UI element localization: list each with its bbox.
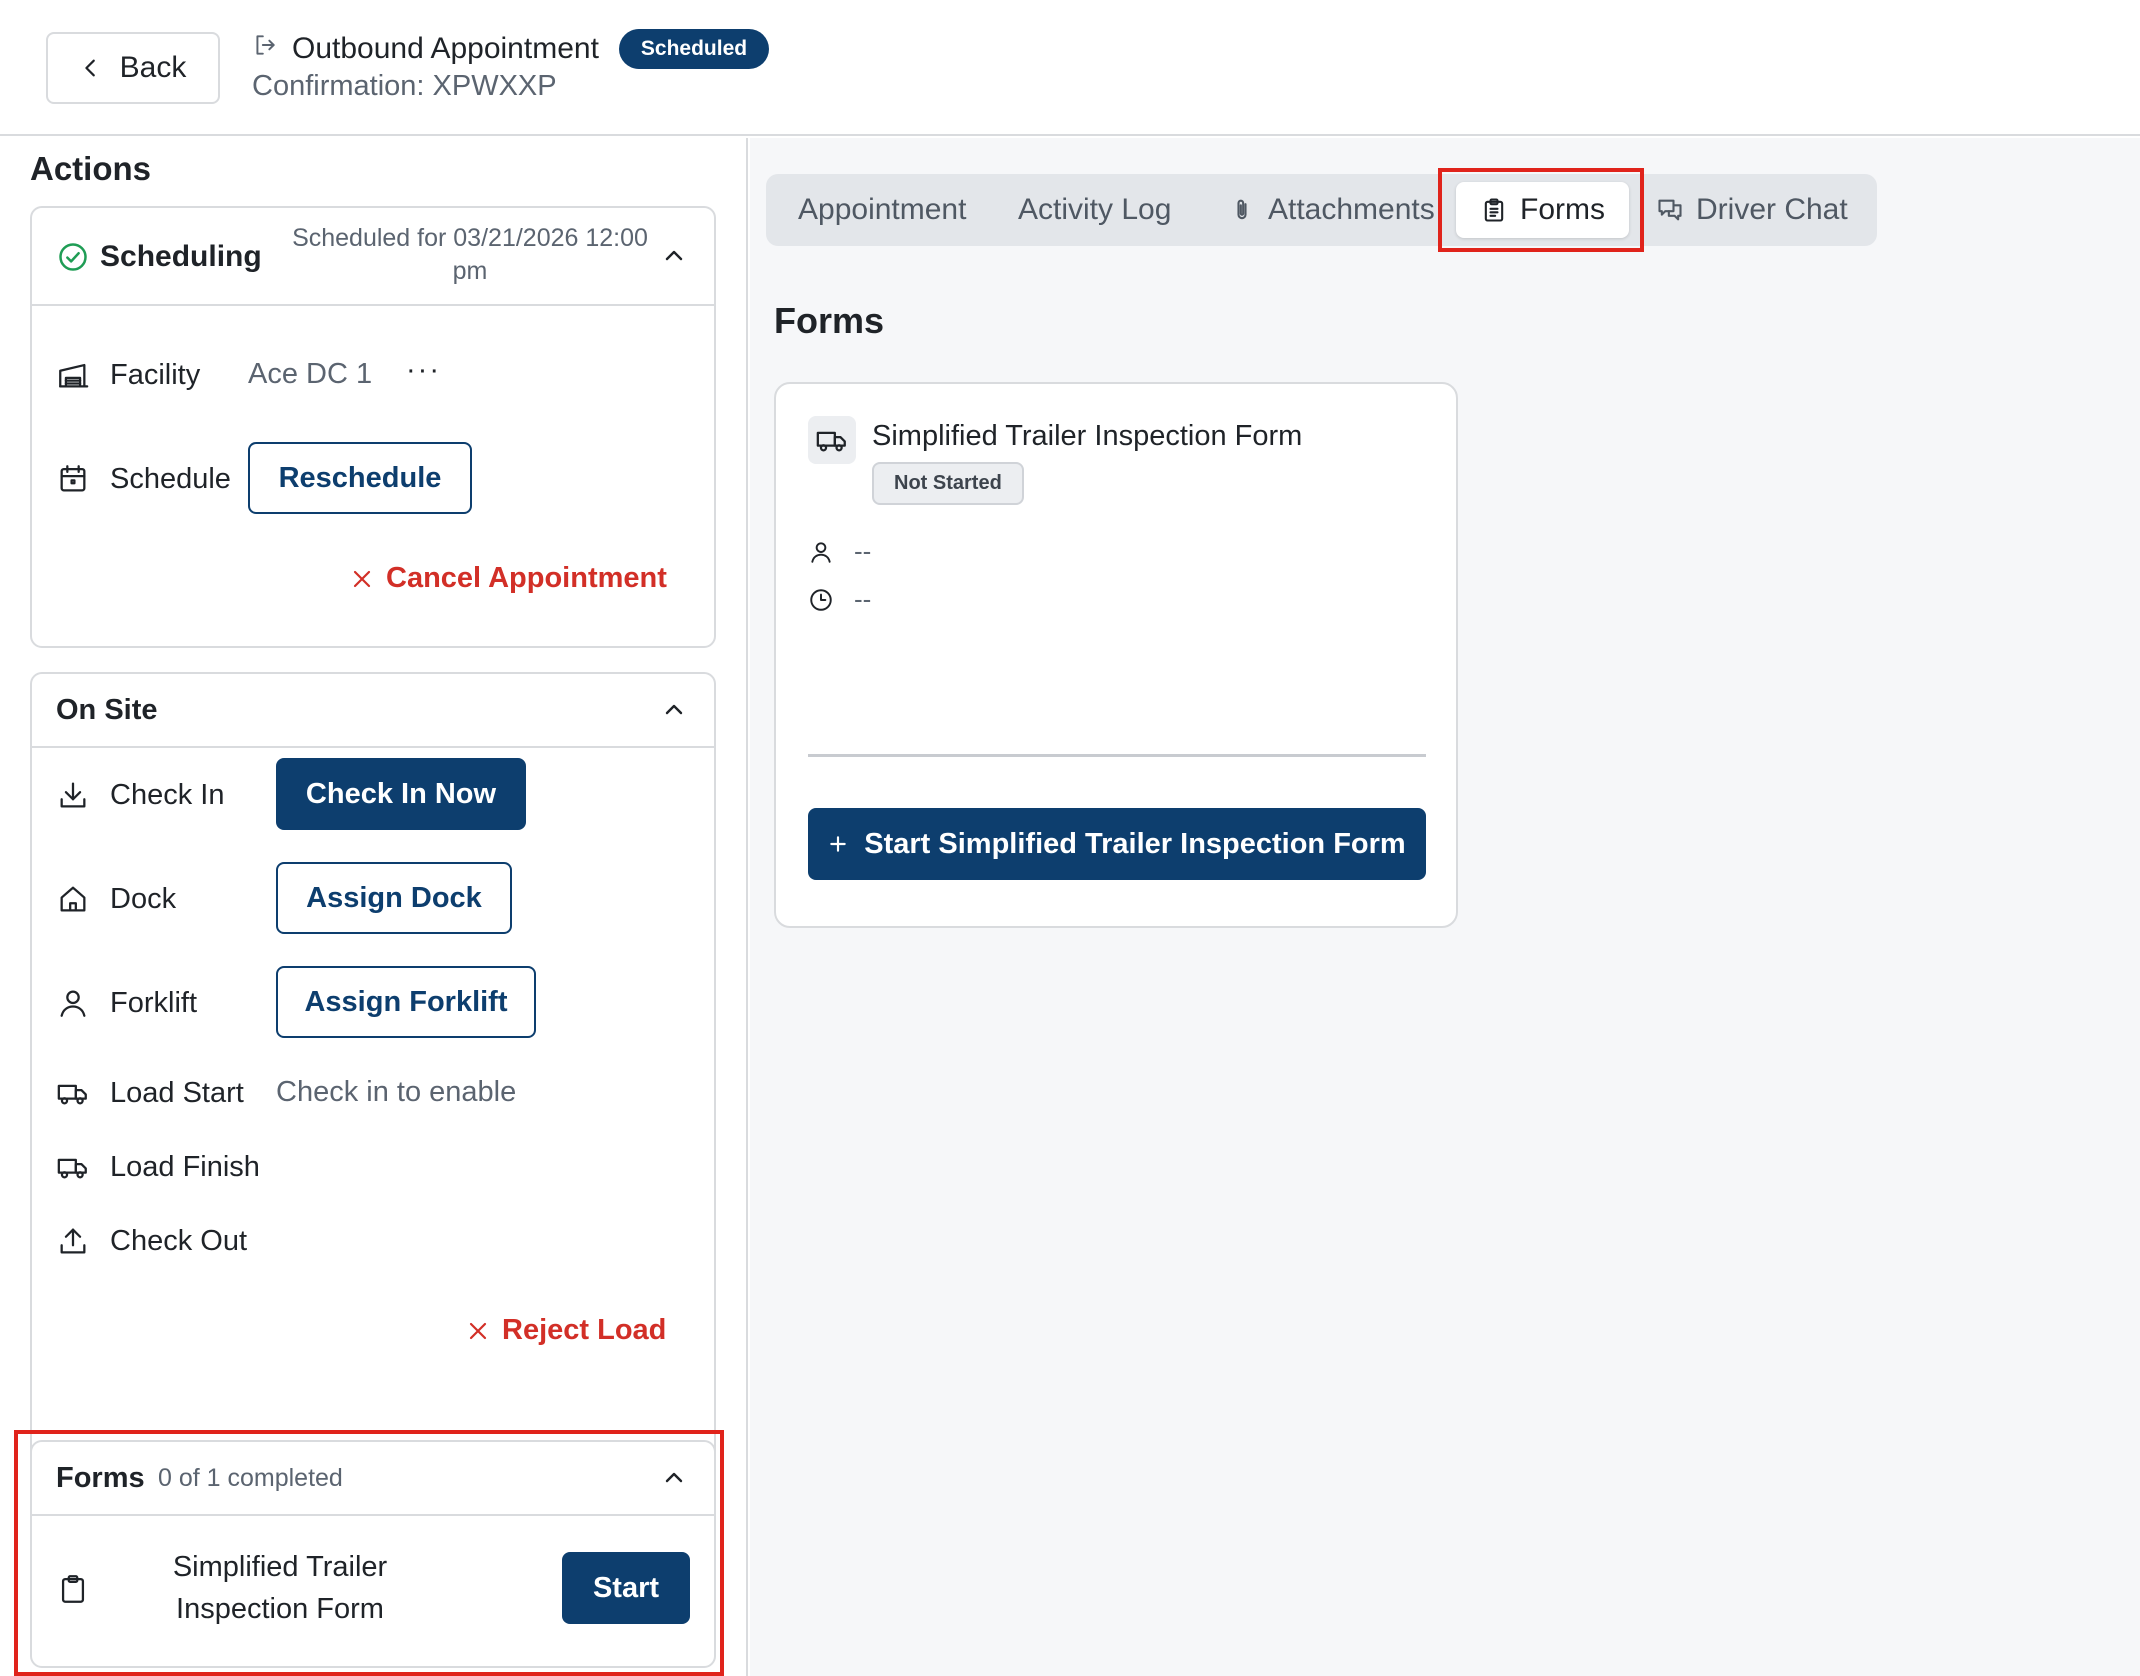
chevron-left-icon xyxy=(84,59,95,77)
tab-driver-chat-label: Driver Chat xyxy=(1696,193,1848,226)
warehouse-icon xyxy=(59,363,89,388)
dock-label: Dock xyxy=(110,882,177,915)
page-title-row: Outbound Appointment Scheduled xyxy=(252,26,770,72)
upload-icon xyxy=(60,1228,86,1254)
start-form-button[interactable]: Start xyxy=(562,1552,690,1624)
form-time: -- xyxy=(808,584,871,615)
truck-icon xyxy=(57,1158,87,1179)
user-icon xyxy=(60,990,86,1017)
actions-panel: Actions Scheduling Scheduled for 03/21/2… xyxy=(0,138,748,1676)
form-card: Simplified Trailer Inspection Form Not S… xyxy=(774,382,1458,928)
load-finish-label: Load Finish xyxy=(110,1150,260,1183)
actions-title: Actions xyxy=(30,150,152,187)
onsite-title: On Site xyxy=(56,694,158,726)
onsite-card-header[interactable]: On Site xyxy=(32,674,714,748)
facility-label: Facility xyxy=(110,358,201,391)
cancel-appointment-label: Cancel Appointment xyxy=(386,562,667,594)
truck-icon xyxy=(808,416,856,464)
reject-load-link[interactable]: Reject Load xyxy=(466,1314,666,1347)
check-in-now-button[interactable]: Check In Now xyxy=(276,758,526,830)
scheduling-title: Scheduling xyxy=(100,240,262,273)
user-icon xyxy=(811,541,831,563)
back-button[interactable]: Back xyxy=(46,32,220,104)
start-inspection-form-button[interactable]: Start Simplified Trailer Inspection Form xyxy=(808,808,1426,880)
more-options-icon[interactable]: ··· xyxy=(406,354,441,387)
form-assignee-value: -- xyxy=(854,536,872,566)
tab-forms-label: Forms xyxy=(1520,193,1605,226)
tab-bar: Appointment Activity Log Attachments For… xyxy=(766,174,1877,246)
close-icon xyxy=(353,570,371,587)
forms-card-title: Forms xyxy=(56,1462,145,1494)
truck-icon xyxy=(57,1084,87,1105)
assign-dock-button[interactable]: Assign Dock xyxy=(276,862,512,934)
facility-row: Facility xyxy=(56,358,200,392)
scheduled-for-text: Scheduled for 03/21/2026 12:00 pm xyxy=(292,224,648,285)
assign-forklift-button[interactable]: Assign Forklift xyxy=(276,966,536,1038)
chevron-up-icon[interactable] xyxy=(662,244,686,268)
tab-attachments-label: Attachments xyxy=(1268,193,1435,226)
plus-icon xyxy=(830,836,847,852)
back-button-label: Back xyxy=(119,51,187,84)
forms-section-title: Forms xyxy=(774,300,885,341)
dock-row: Dock xyxy=(56,882,176,916)
clipboard-icon xyxy=(1484,198,1504,222)
reschedule-button[interactable]: Reschedule xyxy=(248,442,472,514)
tab-attachments[interactable]: Attachments xyxy=(1228,174,1435,246)
confirmation-number: Confirmation: XPWXXP xyxy=(252,70,557,102)
schedule-row: Schedule xyxy=(56,462,231,496)
forklift-row: Forklift xyxy=(56,986,197,1020)
check-circle-icon xyxy=(59,243,87,271)
scheduling-card: Scheduling Scheduled for 03/21/2026 12:0… xyxy=(30,206,716,648)
schedule-label: Schedule xyxy=(110,462,231,495)
tab-activity-log[interactable]: Activity Log xyxy=(1018,174,1171,246)
cancel-appointment-link[interactable]: Cancel Appointment xyxy=(350,562,667,595)
facility-value: Ace DC 1 xyxy=(248,358,373,390)
tab-appointment-label: Appointment xyxy=(798,193,967,226)
forms-card-header[interactable]: Forms 0 of 1 completed xyxy=(32,1442,714,1516)
status-badge: Scheduled xyxy=(618,29,770,69)
page-title: Outbound Appointment xyxy=(292,32,599,65)
form-item-name: Simplified Trailer Inspection Form xyxy=(172,1551,388,1625)
reject-load-label: Reject Load xyxy=(502,1314,667,1346)
chevron-up-icon[interactable] xyxy=(662,698,686,722)
tab-appointment[interactable]: Appointment xyxy=(798,174,966,246)
outbound-icon xyxy=(252,32,278,66)
chat-icon xyxy=(1658,199,1682,221)
check-out-row: Check Out xyxy=(56,1224,247,1258)
home-icon xyxy=(60,886,86,912)
calendar-icon xyxy=(60,465,86,492)
load-finish-row: Load Finish xyxy=(56,1150,260,1184)
check-in-label: Check In xyxy=(110,778,225,811)
check-out-label: Check Out xyxy=(110,1224,247,1257)
onsite-card: On Site Check In Check In Now Dock Assig… xyxy=(30,672,716,1558)
forklift-label: Forklift xyxy=(110,986,197,1019)
check-in-row: Check In xyxy=(56,778,224,812)
scheduling-card-header[interactable]: Scheduling Scheduled for 03/21/2026 12:0… xyxy=(32,208,714,306)
load-start-label: Load Start xyxy=(110,1076,244,1109)
tab-activity-log-label: Activity Log xyxy=(1018,193,1172,226)
forms-card: Forms 0 of 1 completed Simplified Traile… xyxy=(30,1440,716,1668)
close-icon xyxy=(469,1322,487,1339)
forms-progress: 0 of 1 completed xyxy=(158,1464,343,1492)
chevron-up-icon[interactable] xyxy=(662,1466,686,1490)
form-card-title: Simplified Trailer Inspection Form xyxy=(872,420,1303,452)
detail-panel: Appointment Activity Log Attachments For… xyxy=(750,138,2140,1676)
form-time-value: -- xyxy=(854,584,872,614)
page-header: Back Outbound Appointment Scheduled Conf… xyxy=(0,0,2140,136)
download-icon xyxy=(60,782,86,808)
tab-forms[interactable]: Forms xyxy=(1456,182,1629,238)
load-start-hint: Check in to enable xyxy=(276,1076,517,1108)
form-card-divider xyxy=(808,754,1426,757)
clock-icon xyxy=(810,588,832,611)
paperclip-icon xyxy=(1237,199,1247,220)
load-start-row: Load Start xyxy=(56,1076,244,1110)
tab-driver-chat[interactable]: Driver Chat xyxy=(1656,174,1848,246)
start-inspection-form-label: Start Simplified Trailer Inspection Form xyxy=(864,827,1406,860)
clipboard-icon xyxy=(61,1575,85,1603)
form-status-badge: Not Started xyxy=(872,462,1024,505)
form-assignee: -- xyxy=(808,536,871,567)
